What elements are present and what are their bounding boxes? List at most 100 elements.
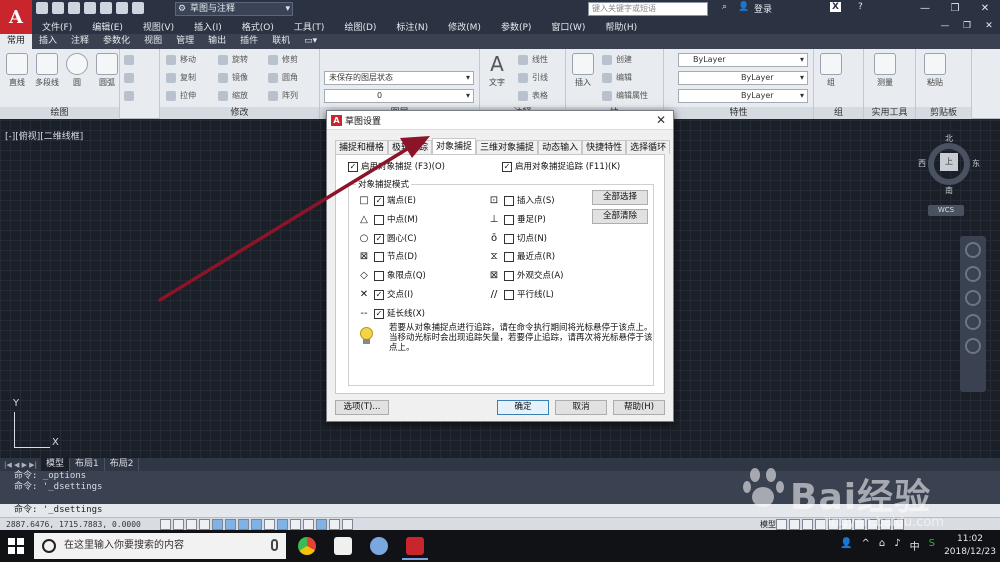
- checkbox-box[interactable]: [504, 290, 514, 300]
- annotation-monitor-icon[interactable]: [342, 519, 353, 530]
- checkbox-box[interactable]: ✓: [374, 233, 384, 244]
- snap-mode-checkbox[interactable]: 象限点(Q): [374, 270, 426, 282]
- menu-draw[interactable]: 绘图(D): [334, 20, 386, 33]
- taskbar-app-chrome[interactable]: [290, 532, 324, 560]
- layer-select[interactable]: 0: [324, 89, 474, 103]
- menu-modify[interactable]: 修改(M): [438, 20, 491, 33]
- linetype-select[interactable]: ByLayer: [678, 71, 808, 85]
- tab-polar-tracking[interactable]: 极轴追踪: [388, 140, 433, 154]
- polyline-tool[interactable]: 多段线: [32, 53, 62, 88]
- snap-mode-checkbox[interactable]: 节点(D): [374, 251, 417, 263]
- copy-tool[interactable]: 复制: [166, 71, 196, 85]
- properties-panel-title[interactable]: 特性: [664, 107, 813, 119]
- enable-osnap-checkbox[interactable]: ✓ 启用对象捕捉 (F3)(O): [348, 161, 445, 173]
- snap-mode-checkbox[interactable]: ✓ 交点(I): [374, 289, 413, 301]
- menu-edit[interactable]: 编辑(E): [82, 20, 133, 33]
- snap-mode-icon[interactable]: [173, 519, 184, 530]
- utilities-panel-title[interactable]: 实用工具: [864, 107, 915, 119]
- edit-attribute-tool[interactable]: 编辑属性: [602, 89, 648, 103]
- snap-mode-checkbox[interactable]: 切点(N): [504, 233, 547, 245]
- print-icon[interactable]: [100, 2, 112, 14]
- dynamic-input-icon[interactable]: [277, 519, 288, 530]
- tab-snap-grid[interactable]: 捕捉和栅格: [335, 140, 389, 154]
- taskbar-search-input[interactable]: 在这里输入你要搜索的内容: [34, 533, 286, 559]
- array-tool[interactable]: 阵列: [268, 89, 298, 103]
- linear-dim-tool[interactable]: 线性: [518, 53, 548, 67]
- annotation-scale-icon[interactable]: [802, 519, 813, 530]
- ime-icon[interactable]: 中: [910, 538, 920, 553]
- layout-tab-model[interactable]: 模型: [40, 458, 70, 471]
- showmotion-icon[interactable]: [965, 338, 981, 354]
- security-icon[interactable]: S: [929, 538, 935, 553]
- rotate-tool[interactable]: 旋转: [218, 53, 248, 67]
- checkbox-box[interactable]: [504, 214, 514, 225]
- menu-window[interactable]: 窗口(W): [541, 20, 595, 33]
- paste-tool[interactable]: 粘贴: [920, 53, 950, 88]
- circle-tool[interactable]: 圆: [62, 53, 92, 88]
- dialog-title-bar[interactable]: A 草图设置 ✕: [327, 111, 673, 130]
- wcs-menu[interactable]: WCS: [928, 205, 964, 216]
- table-tool[interactable]: 表格: [518, 89, 548, 103]
- tab-dynamic-input[interactable]: 动态输入: [538, 140, 583, 154]
- clear-all-button[interactable]: 全部清除: [592, 209, 648, 224]
- grid-display-icon[interactable]: [186, 519, 197, 530]
- checkbox-box[interactable]: ✓: [374, 290, 384, 300]
- people-icon[interactable]: 👤: [840, 538, 852, 553]
- ribbon-tab-online[interactable]: 联机: [265, 34, 297, 49]
- move-tool[interactable]: 移动: [166, 53, 196, 67]
- pan-icon[interactable]: [965, 266, 981, 282]
- checkbox-box[interactable]: [504, 233, 514, 244]
- zoom-icon[interactable]: [965, 290, 981, 306]
- taskbar-app-video[interactable]: [326, 532, 360, 560]
- taskbar-app-paint[interactable]: [362, 532, 396, 560]
- taskbar-app-autocad[interactable]: [398, 532, 432, 560]
- show-hidden-icons-icon[interactable]: ^: [861, 538, 869, 553]
- redo-icon[interactable]: [132, 2, 144, 14]
- checkbox-box[interactable]: [374, 252, 384, 263]
- layout-tab-layout1[interactable]: 布局1: [70, 458, 105, 471]
- close-button[interactable]: ✕: [970, 0, 1000, 18]
- user-icon[interactable]: 👤: [738, 2, 749, 12]
- doc-close-button[interactable]: ✕: [978, 18, 1000, 34]
- viewport-controls-label[interactable]: [-][俯视][二维线框]: [5, 129, 83, 142]
- edit-block-tool[interactable]: 编辑: [602, 71, 632, 85]
- object-snap-tracking-icon[interactable]: [251, 519, 262, 530]
- menu-tools[interactable]: 工具(T): [284, 20, 335, 33]
- color-select[interactable]: ByLayer: [678, 53, 808, 67]
- save-icon[interactable]: [68, 2, 80, 14]
- checkbox-box[interactable]: ✓: [502, 162, 512, 172]
- snap-mode-checkbox[interactable]: ✓ 端点(E): [374, 195, 416, 207]
- layout-nav-arrows-icon[interactable]: |◀ ◀ ▶ ▶|: [0, 461, 41, 469]
- checkbox-box[interactable]: [504, 196, 514, 206]
- tab-selection-cycling[interactable]: 选择循环: [626, 140, 671, 154]
- menu-file[interactable]: 文件(F): [32, 20, 82, 33]
- taskbar-clock[interactable]: 11:02 2018/12/23: [944, 533, 996, 559]
- search-input[interactable]: 键入关键字或短语: [588, 2, 708, 16]
- gradient-tool[interactable]: [124, 89, 138, 103]
- ribbon-tab-insert[interactable]: 插入: [32, 34, 64, 49]
- fillet-tool[interactable]: 圆角: [268, 71, 298, 85]
- polar-tracking-icon[interactable]: [212, 519, 223, 530]
- snap-mode-checkbox[interactable]: ✓ 延长线(X): [374, 308, 425, 320]
- network-icon[interactable]: ⌂: [879, 538, 885, 553]
- dialog-close-icon[interactable]: ✕: [653, 112, 669, 128]
- help-button-dialog[interactable]: 帮助(H): [613, 400, 665, 415]
- menu-help[interactable]: 帮助(H): [595, 20, 647, 33]
- view-cube-top-face[interactable]: 上: [940, 153, 958, 171]
- scale-tool[interactable]: 缩放: [218, 89, 248, 103]
- hatch-tool[interactable]: [124, 71, 138, 85]
- checkbox-box[interactable]: ✓: [348, 162, 358, 172]
- ribbon-tab-annotate[interactable]: 注释: [64, 34, 96, 49]
- ribbon-tab-view[interactable]: 视图: [137, 34, 169, 49]
- group-tool[interactable]: 组: [816, 53, 846, 88]
- snap-mode-checkbox[interactable]: 最近点(R): [504, 251, 555, 263]
- selection-cycling-icon[interactable]: [329, 519, 340, 530]
- options-button[interactable]: 选项(T)...: [335, 400, 389, 415]
- quick-view-drawings-icon[interactable]: [789, 519, 800, 530]
- menu-insert[interactable]: 插入(I): [184, 20, 232, 33]
- steering-wheel-icon[interactable]: [965, 242, 981, 258]
- binoculars-icon[interactable]: ⌕: [722, 2, 727, 12]
- quick-view-layouts-icon[interactable]: [776, 519, 787, 530]
- menu-dimension[interactable]: 标注(N): [386, 20, 438, 33]
- ortho-mode-icon[interactable]: [199, 519, 210, 530]
